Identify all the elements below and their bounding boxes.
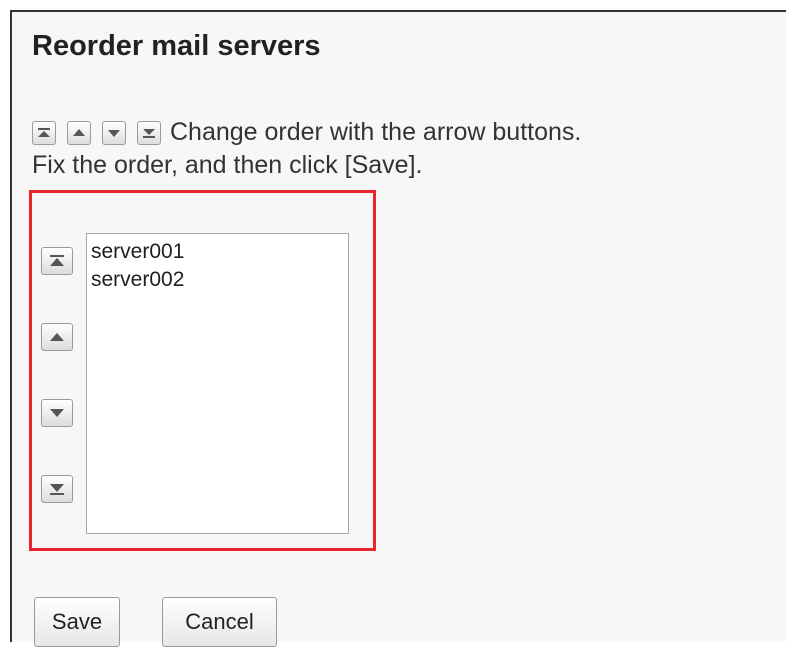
instruction-line-1: Change order with the arrow buttons. — [32, 116, 581, 149]
page-title: Reorder mail servers — [32, 30, 321, 62]
cancel-button[interactable]: Cancel — [162, 597, 277, 647]
move-down-icon — [50, 409, 64, 417]
save-button[interactable]: Save — [34, 597, 120, 647]
move-to-bottom-button[interactable] — [41, 475, 73, 503]
move-to-top-button[interactable] — [41, 247, 73, 275]
move-to-bottom-icon — [50, 484, 64, 495]
move-up-icon — [50, 333, 64, 341]
move-down-button[interactable] — [41, 399, 73, 427]
instruction-text-1: Change order with the arrow buttons. — [170, 118, 582, 146]
dialog-panel: Reorder mail servers Change order with t… — [10, 10, 786, 647]
list-item[interactable]: server001 — [91, 238, 348, 266]
move-to-top-icon — [32, 120, 56, 145]
move-down-icon — [102, 120, 126, 145]
move-up-button[interactable] — [41, 323, 73, 351]
move-to-bottom-icon — [137, 120, 161, 145]
move-to-top-icon — [50, 255, 64, 266]
instructions: Change order with the arrow buttons. Fix… — [32, 116, 581, 182]
reorder-highlight-box: server001 server002 — [29, 190, 376, 551]
list-item[interactable]: server002 — [91, 266, 348, 294]
server-listbox[interactable]: server001 server002 — [86, 233, 349, 534]
instruction-line-2: Fix the order, and then click [Save]. — [32, 151, 423, 179]
move-up-icon — [67, 120, 91, 145]
